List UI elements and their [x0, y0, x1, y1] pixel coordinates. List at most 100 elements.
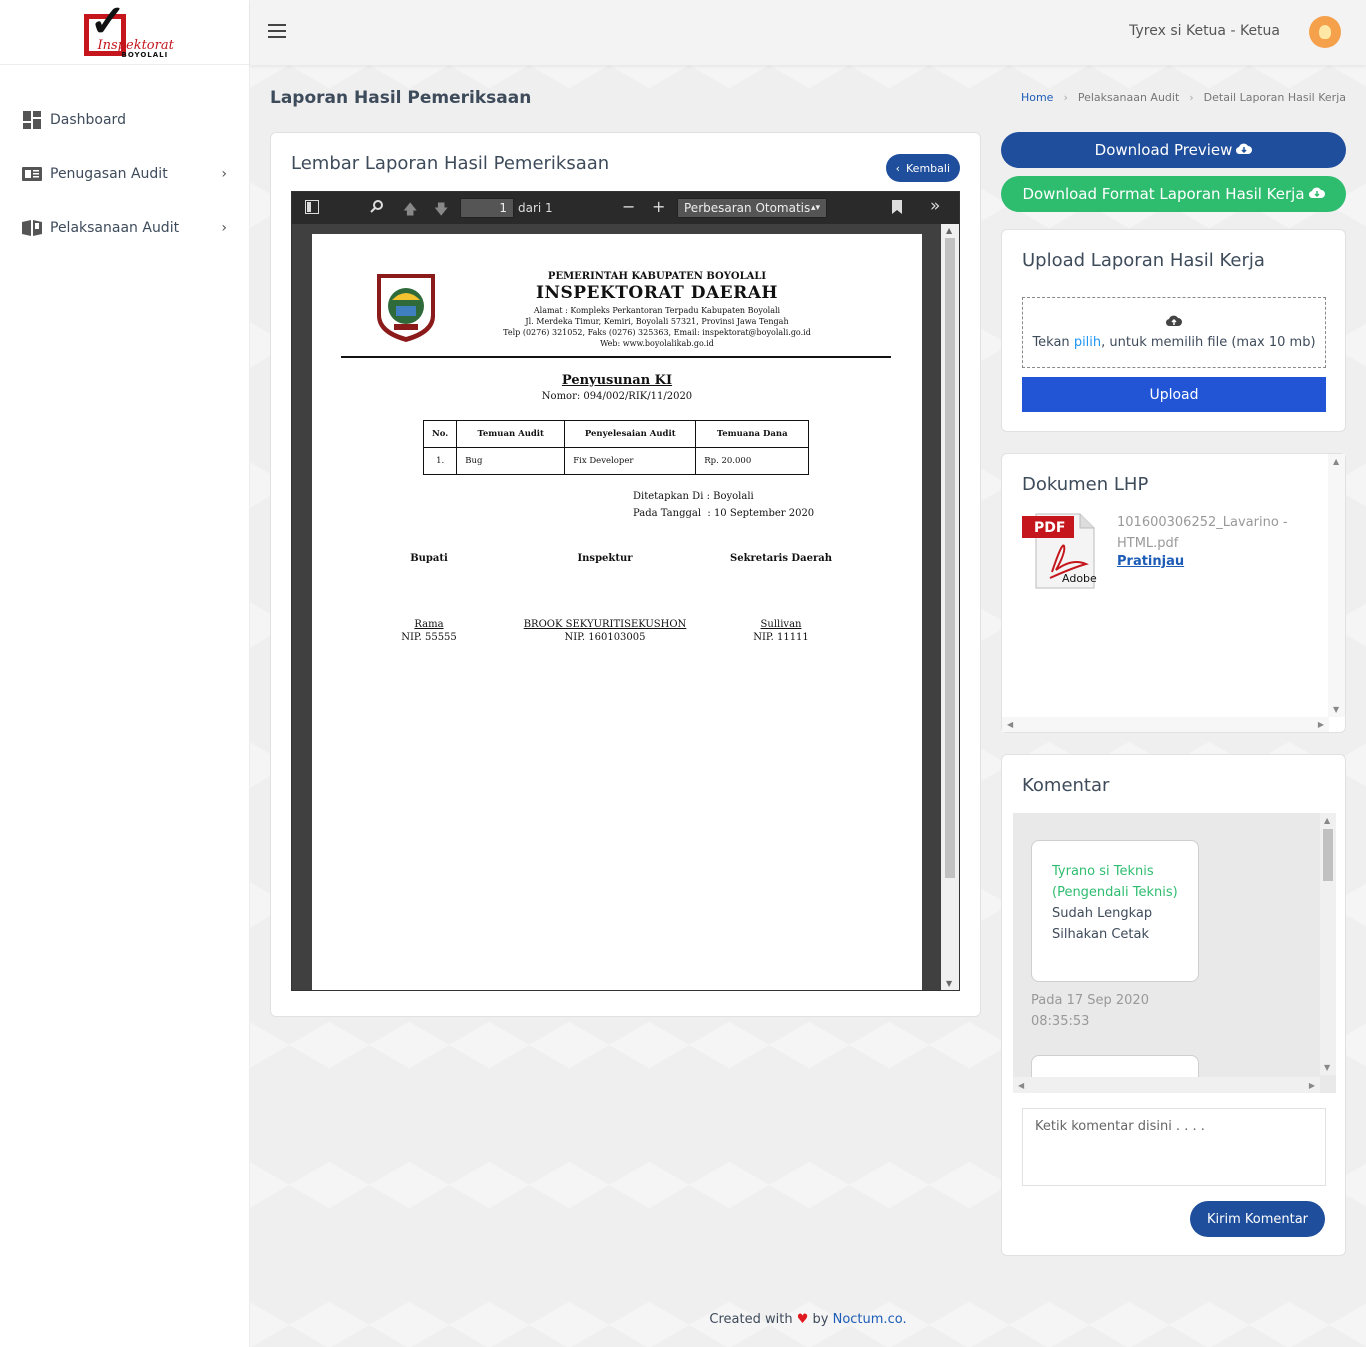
dropzone-hint-suffix: , untuk memilih file (max 10 mb)	[1101, 335, 1316, 350]
search-icon[interactable]	[370, 199, 384, 217]
sidebar-item-dashboard[interactable]: Dashboard	[0, 93, 249, 147]
signatory-name: Rama	[414, 619, 444, 630]
arrow-down-icon[interactable]: 🡇	[434, 199, 448, 223]
footer-prefix: Created with	[709, 1312, 793, 1327]
comments-list: Tyrano si Teknis (Pengendali Teknis) Sud…	[1013, 813, 1336, 1093]
scroll-left-icon[interactable]: ◀	[1007, 720, 1013, 729]
download-format-button[interactable]: Download Format Laporan Hasil Kerja	[1001, 176, 1346, 212]
scrollbar-thumb[interactable]	[945, 238, 955, 878]
breadcrumb-home[interactable]: Home	[1021, 91, 1053, 104]
signatory: Sullivan NIP. 11111	[681, 618, 881, 644]
report-card-title: Lembar Laporan Hasil Pemeriksaan	[291, 153, 610, 174]
user-name[interactable]: Tyrex si Ketua - Ketua	[1129, 23, 1280, 39]
breadcrumb-current: Detail Laporan Hasil Kerja	[1203, 91, 1346, 104]
chevron-right-icon: ›	[221, 166, 227, 182]
footer: Created with ♥ by Noctum.co.	[250, 1312, 1366, 1327]
signatory-role: Sekretaris Daerah	[730, 553, 832, 564]
footer-suffix: .	[902, 1312, 907, 1327]
table-cell: Fix Developer	[564, 447, 697, 475]
download-preview-label: Download Preview	[1094, 141, 1233, 159]
zoom-in-icon[interactable]: +	[652, 197, 665, 216]
scroll-down-icon[interactable]: ▼	[1333, 705, 1339, 714]
scroll-up-icon[interactable]: ▲	[1324, 816, 1330, 825]
preview-link[interactable]: Pratinjau	[1117, 554, 1184, 569]
menu-toggle-icon[interactable]	[268, 24, 286, 38]
table-cell: Rp. 20.000	[695, 447, 810, 475]
pdf-icon-label: PDF	[1034, 520, 1065, 536]
table-cell: 1.	[422, 447, 458, 475]
doc-address-line: Telp (0276) 321052, Faks (0276) 325363, …	[503, 328, 811, 337]
doc-gov-heading: PEMERINTAH KABUPATEN BOYOLALI	[547, 271, 767, 282]
page-number-input[interactable]: 1	[460, 198, 514, 218]
doc-number: Nomor: 094/002/RIK/11/2020	[541, 391, 693, 402]
pdf-icon-brand: Adobe	[1062, 572, 1097, 585]
dropzone-hint: Tekan pilih, untuk memilih file (max 10 …	[1032, 335, 1315, 350]
comment-input[interactable]	[1022, 1108, 1326, 1186]
back-button[interactable]: ‹ Kembali	[885, 154, 960, 182]
book-icon	[22, 219, 42, 237]
sidebar-item-label: Penugasan Audit	[50, 166, 168, 182]
column-header: Temuan Audit	[456, 420, 566, 448]
dropzone-hint-prefix: Tekan	[1032, 335, 1074, 350]
document-hscrollbar[interactable]: ◀ ▶	[1002, 717, 1329, 732]
file-name: 101600306252_Lavarino - HTML.pdf	[1117, 515, 1288, 551]
doc-date: Pada Tanggal : 10 September 2020	[633, 508, 815, 519]
comment-timestamp: Pada 17 Sep 2020 08:35:53	[1031, 993, 1149, 1029]
avatar[interactable]	[1309, 16, 1341, 48]
doc-place-date: Ditetapkan Di : Boyolali Pada Tanggal : …	[633, 488, 814, 522]
breadcrumb: Home › Pelaksanaan Audit › Detail Lapora…	[1021, 91, 1346, 104]
send-comment-button[interactable]: Kirim Komentar	[1190, 1201, 1325, 1237]
pdf-page: PEMERINTAH KABUPATEN BOYOLALI INSPEKTORA…	[312, 234, 922, 990]
scroll-right-icon[interactable]: ▶	[1309, 1081, 1315, 1090]
comment-bubble: Tyrano si Teknis (Pengendali Teknis) Sud…	[1031, 840, 1199, 982]
scrollbar-thumb[interactable]	[1323, 829, 1333, 881]
logo-area: ✓ Inspektorat BOYOLALI	[0, 0, 249, 65]
breadcrumb-pelaksanaan-audit[interactable]: Pelaksanaan Audit	[1078, 91, 1179, 104]
signatory-name: Sullivan	[760, 619, 802, 630]
scroll-down-icon[interactable]: ▼	[1324, 1063, 1330, 1072]
scroll-up-icon[interactable]: ▲	[1333, 457, 1339, 466]
sidebar-item-penugasan-audit[interactable]: Penugasan Audit ›	[0, 147, 249, 201]
doc-title: Penyusunan KI	[561, 373, 673, 388]
cloud-upload-icon	[1165, 315, 1182, 331]
scroll-right-icon[interactable]: ▶	[1318, 720, 1324, 729]
pdf-toolbar: 🡅 🡇 1 dari 1 − + Perbesaran Otomatis ▴▾ …	[292, 192, 959, 224]
download-format-label: Download Format Laporan Hasil Kerja	[1022, 185, 1305, 203]
doc-divider	[341, 356, 891, 358]
back-button-label: Kembali	[906, 161, 950, 175]
arrow-up-icon[interactable]: 🡅	[403, 199, 417, 223]
comments-vscrollbar[interactable]: ▲ ▼	[1320, 813, 1336, 1075]
zoom-out-icon[interactable]: −	[622, 197, 635, 216]
scroll-down-icon[interactable]: ▼	[946, 979, 952, 988]
doc-address-line: Alamat : Kompleks Perkantoran Terpadu Ka…	[533, 306, 781, 315]
lightbulb-icon	[1319, 25, 1331, 39]
sidebar-toggle-icon[interactable]	[305, 200, 319, 218]
pick-file-link[interactable]: pilih	[1074, 335, 1101, 350]
doc-address: Alamat : Kompleks Perkantoran Terpadu Ka…	[472, 305, 842, 349]
download-preview-button[interactable]: Download Preview	[1001, 132, 1346, 168]
select-arrows-icon: ▴▾	[810, 203, 820, 213]
document-vscrollbar[interactable]: ▲ ▼	[1328, 454, 1345, 717]
comments-hscrollbar[interactable]: ◀ ▶	[1013, 1077, 1320, 1093]
topbar: Tyrex si Ketua - Ketua	[250, 0, 1366, 65]
signatory-nip: NIP. 55555	[401, 632, 457, 643]
double-chevron-right-icon[interactable]: »	[930, 196, 940, 216]
sidebar-item-pelaksanaan-audit[interactable]: Pelaksanaan Audit ›	[0, 201, 249, 255]
dashboard-icon	[22, 111, 42, 129]
scroll-up-icon[interactable]: ▲	[946, 226, 952, 235]
upload-button[interactable]: Upload	[1022, 377, 1326, 412]
scroll-left-icon[interactable]: ◀	[1018, 1081, 1024, 1090]
zoom-select[interactable]: Perbesaran Otomatis ▴▾	[677, 198, 827, 218]
doc-address-line: Jl. Merdeka Timur, Kemiri, Boyolali 5732…	[525, 317, 789, 326]
brand-logo[interactable]: ✓ Inspektorat BOYOLALI	[83, 0, 174, 60]
comment-text: Sudah Lengkap Silhakan Cetak	[1052, 906, 1153, 942]
pdf-scrollbar[interactable]: ▲ ▼	[941, 224, 959, 990]
heart-icon: ♥	[796, 1312, 809, 1327]
cloud-download-icon	[1308, 185, 1325, 203]
bookmark-icon[interactable]	[892, 200, 902, 218]
pdf-file-icon[interactable]: PDF Adobe	[1022, 512, 1098, 590]
signatory-role: Bupati	[410, 553, 448, 564]
file-dropzone[interactable]: Tekan pilih, untuk memilih file (max 10 …	[1022, 297, 1326, 368]
footer-brand-link[interactable]: Noctum.co.	[833, 1312, 907, 1327]
column-header: Temuana Dana	[695, 420, 810, 448]
